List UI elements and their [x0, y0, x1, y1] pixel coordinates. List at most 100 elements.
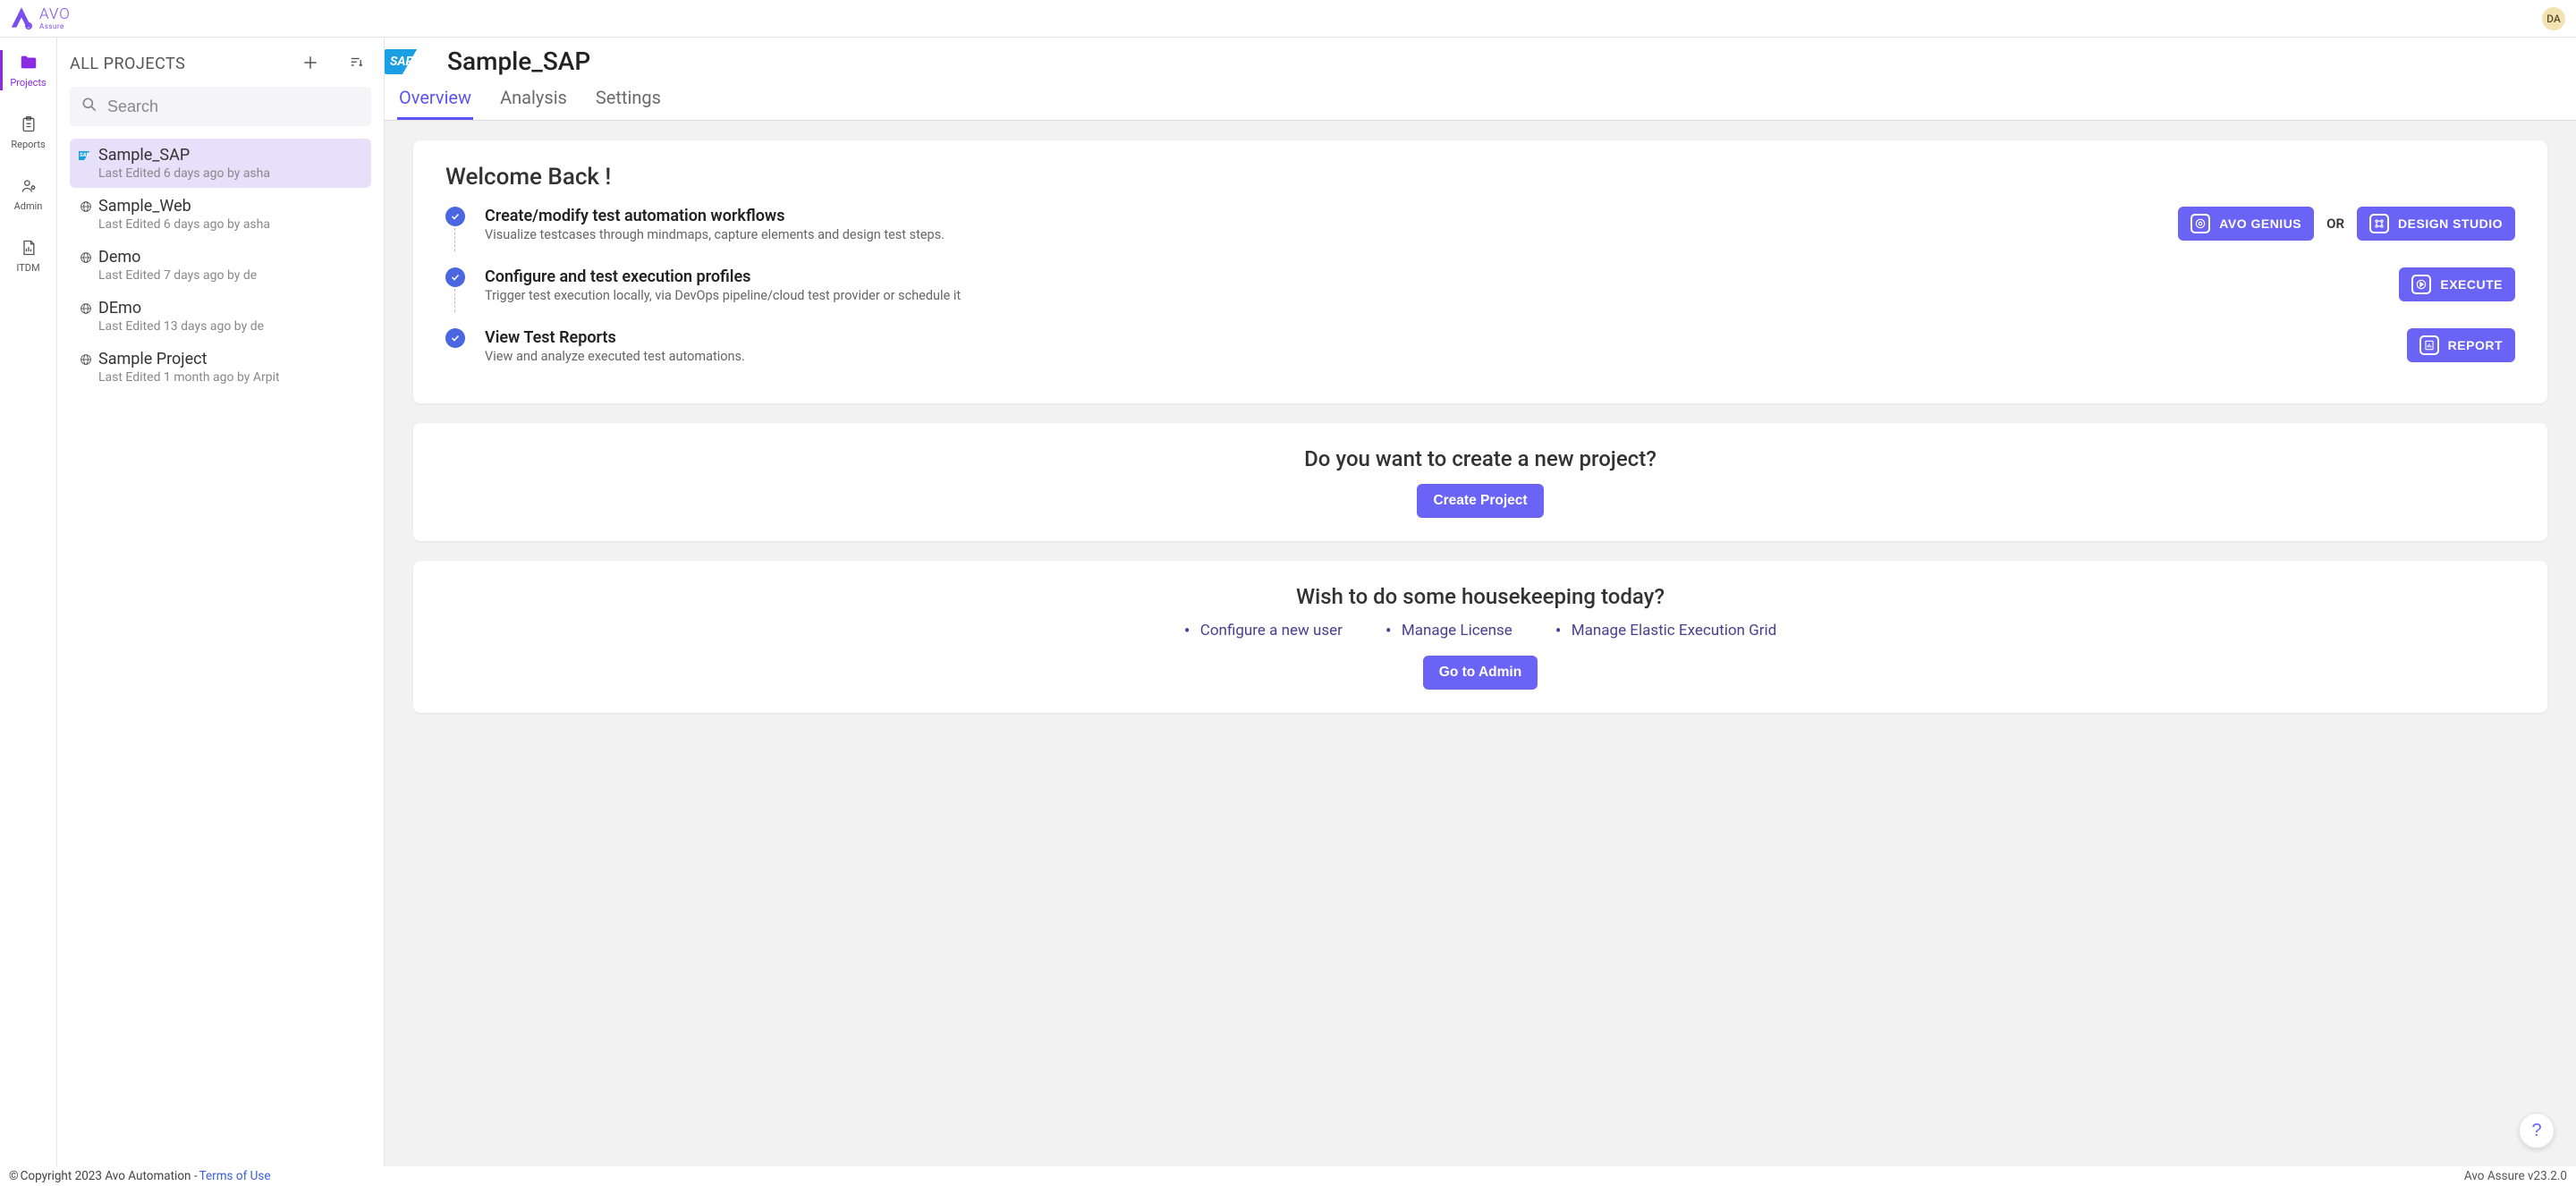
project-item[interactable]: Sample_WebLast Edited 6 days ago by asha — [70, 190, 371, 239]
step-title: View Test Reports — [485, 328, 2387, 347]
welcome-step: Configure and test execution profiles Tri… — [445, 267, 2515, 312]
button-icon — [2190, 214, 2210, 233]
footer: © Copyright 2023 Avo Automation - Terms … — [0, 1166, 2576, 1186]
go-to-admin-button[interactable]: Go to Admin — [1423, 656, 1538, 690]
rail-itdm[interactable]: ITDM — [0, 235, 56, 275]
housekeeping-link[interactable]: Manage Elastic Execution Grid — [1555, 622, 1776, 640]
user-avatar[interactable]: DA — [2542, 7, 2565, 30]
step-desc: Trigger test execution locally, via DevO… — [485, 288, 2379, 303]
brand-name: AVO — [39, 7, 71, 22]
sap-logo-icon: SAP — [385, 49, 435, 74]
project-sub: Last Edited 6 days ago by asha — [98, 166, 362, 181]
welcome-card: Welcome Back ! Create/modify test automa… — [413, 140, 2547, 403]
step-actions: AVO GENIUS OR DESIGN STUDIO — [2178, 207, 2515, 241]
tab-settings[interactable]: Settings — [594, 81, 663, 120]
help-button[interactable]: ? — [2519, 1113, 2555, 1148]
project-item[interactable]: SAP Sample_SAPLast Edited 6 days ago by a… — [70, 139, 371, 188]
welcome-step: Create/modify test automation workflows V… — [445, 207, 2515, 251]
create-project-card: Do you want to create a new project? Cre… — [413, 423, 2547, 541]
terms-link[interactable]: Terms of Use — [199, 1169, 271, 1183]
project-sub: Last Edited 6 days ago by asha — [98, 217, 362, 232]
rail-label: Projects — [10, 77, 46, 89]
brand-sub: Assure — [39, 23, 71, 30]
sap-icon: SAP — [79, 148, 93, 163]
project-item[interactable]: DEmoLast Edited 13 days ago by de — [70, 292, 371, 341]
sort-projects-button[interactable] — [344, 51, 368, 77]
footer-copyright: Copyright 2023 Avo Automation - — [21, 1169, 198, 1183]
check-icon — [445, 207, 465, 226]
folder-icon — [18, 52, 39, 73]
side-rail: Projects Reports Admin ITDM — [0, 38, 57, 1166]
rail-projects[interactable]: Projects — [0, 50, 56, 90]
rail-admin[interactable]: Admin — [0, 174, 56, 214]
content-tabs: Overview Analysis Settings — [385, 81, 2576, 121]
button-label: REPORT — [2448, 338, 2503, 352]
project-sub: Last Edited 1 month ago by Arpit — [98, 370, 362, 385]
logo-mark-icon — [7, 4, 36, 33]
globe-icon — [79, 352, 93, 367]
projects-panel-title: ALL PROJECTS — [70, 55, 185, 73]
button-icon — [2419, 335, 2439, 355]
design-studio-button[interactable]: DESIGN STUDIO — [2357, 207, 2515, 241]
welcome-step: View Test Reports View and analyze execut… — [445, 328, 2515, 364]
tab-analysis[interactable]: Analysis — [498, 81, 569, 120]
or-separator: OR — [2326, 216, 2344, 232]
step-actions: EXECUTE — [2399, 267, 2515, 301]
rail-label: ITDM — [16, 262, 39, 274]
project-list: SAPSample_SAPLast Edited 6 days ago by a… — [70, 139, 371, 392]
welcome-title: Welcome Back ! — [445, 164, 2515, 191]
clipboard-icon — [18, 114, 39, 135]
add-project-button[interactable] — [298, 50, 323, 78]
project-name: Sample_SAP — [98, 146, 190, 165]
rail-label: Admin — [14, 200, 43, 212]
footer-version: Avo Assure v23.2.0 — [2464, 1169, 2567, 1183]
execute-button[interactable]: EXECUTE — [2399, 267, 2515, 301]
top-header: AVO Assure DA — [0, 0, 2576, 38]
project-name: Sample_Web — [98, 197, 191, 216]
search-input[interactable] — [107, 97, 360, 116]
button-label: DESIGN STUDIO — [2398, 216, 2503, 231]
user-gear-icon — [18, 175, 39, 197]
step-actions: REPORT — [2407, 328, 2515, 362]
copyright-icon: © — [9, 1169, 19, 1183]
projects-search[interactable] — [70, 87, 371, 126]
content-area: SAP Sample_SAP OverviewAnalysisSettings … — [385, 38, 2576, 1166]
globe-icon — [79, 250, 93, 265]
brand-logo[interactable]: AVO Assure — [7, 4, 71, 33]
avo-genius-button[interactable]: AVO GENIUS — [2178, 207, 2314, 241]
housekeeping-title: Wish to do some housekeeping today? — [445, 584, 2515, 609]
project-name: Demo — [98, 248, 140, 267]
button-icon — [2369, 214, 2389, 233]
check-icon — [445, 267, 465, 287]
housekeeping-link[interactable]: Configure a new user — [1184, 622, 1343, 640]
document-chart-icon — [18, 237, 39, 258]
project-item[interactable]: DemoLast Edited 7 days ago by de — [70, 241, 371, 290]
project-name: DEmo — [98, 299, 141, 318]
create-project-button[interactable]: Create Project — [1417, 484, 1543, 518]
button-label: AVO GENIUS — [2219, 216, 2301, 231]
check-icon — [445, 328, 465, 348]
project-name: Sample Project — [98, 350, 207, 369]
globe-icon — [79, 199, 93, 214]
button-label: EXECUTE — [2440, 277, 2503, 292]
project-sub: Last Edited 13 days ago by de — [98, 319, 362, 334]
project-sub: Last Edited 7 days ago by de — [98, 268, 362, 283]
button-icon — [2411, 275, 2431, 294]
project-item[interactable]: Sample ProjectLast Edited 1 month ago by… — [70, 343, 371, 392]
tab-overview[interactable]: Overview — [397, 81, 473, 120]
housekeeping-links: Configure a new user Manage License Manage… — [445, 622, 2515, 640]
step-desc: View and analyze executed test automatio… — [485, 349, 2387, 364]
projects-panel: ALL PROJECTS SAPSample_SAPLast Edited 6 … — [57, 38, 385, 1166]
project-title: Sample_SAP — [447, 47, 590, 76]
housekeeping-card: Wish to do some housekeeping today? Conf… — [413, 561, 2547, 713]
globe-icon — [79, 301, 93, 316]
rail-reports[interactable]: Reports — [0, 112, 56, 152]
report-button[interactable]: REPORT — [2407, 328, 2515, 362]
step-title: Configure and test execution profiles — [485, 267, 2379, 286]
step-title: Create/modify test automation workflows — [485, 207, 2158, 225]
search-icon — [80, 96, 98, 117]
create-project-title: Do you want to create a new project? — [445, 446, 2515, 471]
step-desc: Visualize testcases through mindmaps, ca… — [485, 227, 2158, 242]
rail-label: Reports — [11, 139, 45, 150]
housekeeping-link[interactable]: Manage License — [1385, 622, 1513, 640]
